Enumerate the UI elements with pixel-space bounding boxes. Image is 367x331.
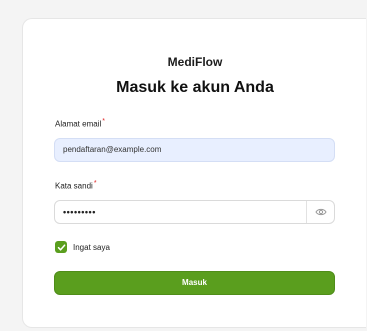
email-label: Alamat email* [55,118,105,129]
remember-checkbox[interactable] [55,241,67,253]
checkmark-icon [57,243,65,251]
email-label-text: Alamat email [55,119,102,129]
required-asterisk: * [102,118,105,125]
eye-icon [314,208,327,216]
required-asterisk: * [93,180,97,187]
login-card: MediFlow Masuk ke akun Anda Alamat email… [22,18,366,328]
password-label-text: Kata sandi [55,181,93,191]
email-field[interactable]: pendaftaran@example.com [54,138,335,162]
show-password-button[interactable] [307,201,334,223]
remember-me[interactable]: Ingat saya [55,240,110,254]
brand-name: MediFlow [167,55,223,69]
password-field[interactable]: ••••••••• [54,200,335,224]
password-value: ••••••••• [63,207,96,217]
password-label: Kata sandi* [55,180,97,191]
submit-button[interactable]: Masuk [54,271,335,295]
page-title: Masuk ke akun Anda [116,79,274,96]
remember-label[interactable]: Ingat saya [73,243,110,252]
